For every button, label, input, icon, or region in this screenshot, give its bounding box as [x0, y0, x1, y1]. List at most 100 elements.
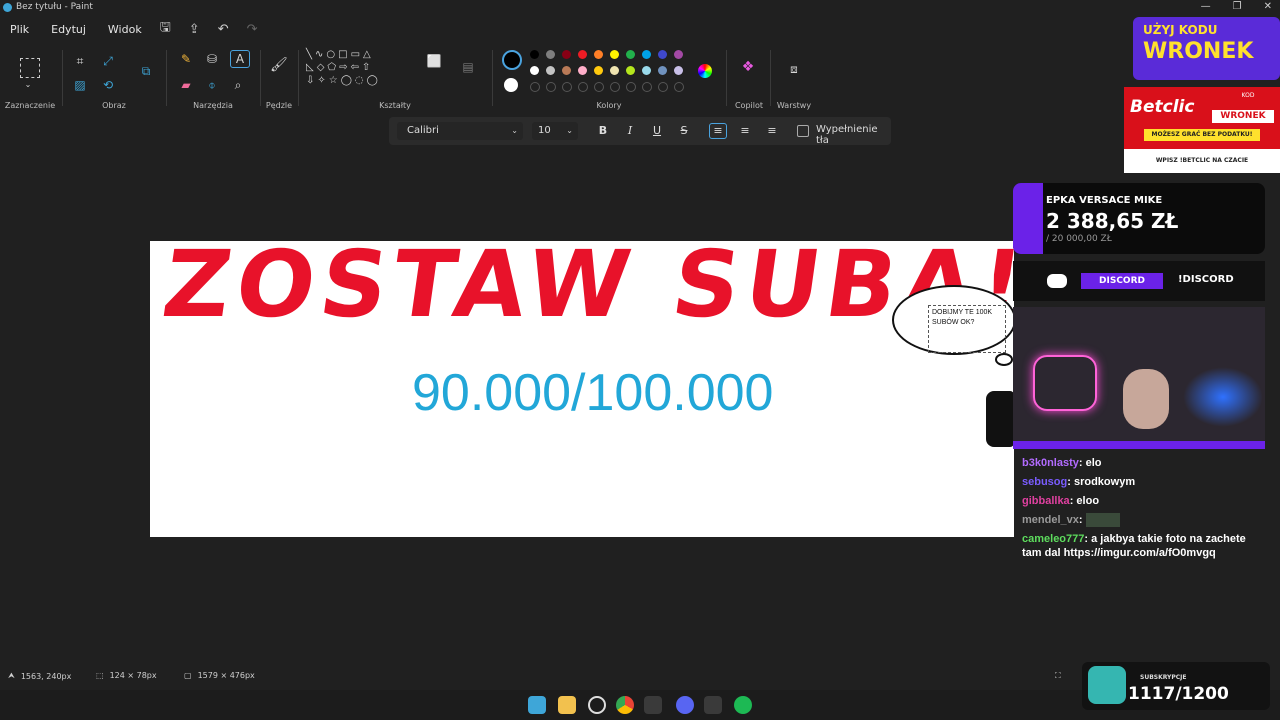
secondary-color-swatch[interactable] [504, 78, 518, 92]
color-swatch[interactable] [578, 66, 587, 75]
color-swatch[interactable] [530, 66, 539, 75]
color-swatch[interactable] [546, 82, 556, 92]
fill-icon[interactable]: ▤ [460, 60, 476, 74]
color-swatch[interactable] [642, 66, 651, 75]
maximize-button[interactable]: ❐ [1233, 1, 1242, 12]
share-icon[interactable]: ⇪ [189, 22, 200, 37]
subs-label: SUBSKRYPCJE [1140, 674, 1187, 681]
color-swatch[interactable] [546, 66, 555, 75]
steam-icon[interactable] [644, 696, 662, 714]
color-swatch[interactable] [578, 82, 588, 92]
color-swatch[interactable] [626, 82, 636, 92]
fill-bucket-icon[interactable]: ⛁ [204, 52, 220, 66]
goal-amount: 2 388,65 ZŁ [1046, 209, 1179, 233]
bubble-textbox[interactable]: DOBIJMY TE 100K SUBÓW OK? [928, 305, 1006, 353]
pencil-icon[interactable]: ✎ [178, 52, 194, 66]
color-swatch[interactable] [658, 66, 667, 75]
color-swatch[interactable] [594, 82, 604, 92]
start-icon[interactable] [528, 696, 546, 714]
color-swatch[interactable] [610, 66, 619, 75]
copilot-icon[interactable]: ❖ [740, 60, 756, 74]
rotate-icon[interactable]: ⟲ [100, 78, 116, 92]
chat-message: b3k0nlasty: elo [1022, 457, 1102, 469]
app-icon[interactable] [588, 696, 606, 714]
brush-icon[interactable]: 🖌 [270, 58, 288, 72]
discord-icon[interactable] [676, 696, 694, 714]
undo-icon[interactable]: ↶ [218, 22, 229, 37]
image-select-icon[interactable]: ⧉ [138, 64, 154, 78]
color-swatch[interactable] [626, 50, 635, 59]
layers-icon[interactable]: ⧈ [786, 62, 802, 76]
promo-line-2: WRONEK [1143, 39, 1254, 64]
color-swatch[interactable] [578, 50, 587, 59]
color-swatch[interactable] [674, 82, 684, 92]
webcam-feed [1013, 307, 1265, 449]
color-swatch[interactable] [674, 50, 683, 59]
menu-file[interactable]: Plik [10, 23, 29, 36]
color-swatch[interactable] [610, 50, 619, 59]
edit-colors-icon[interactable] [698, 64, 712, 78]
primary-color-swatch[interactable] [502, 50, 522, 70]
bold-icon[interactable]: B [594, 123, 612, 139]
drawing-canvas[interactable]: ZOSTAW SUBA! 90.000/100.000 DOBIJMY TE 1… [150, 241, 1014, 537]
selection-size: 124 × 78px [109, 671, 157, 680]
file-explorer-icon[interactable] [558, 696, 576, 714]
chat-user: mendel_vx [1022, 514, 1079, 526]
align-right-icon[interactable]: ≡ [763, 123, 781, 139]
cursor-position: 1563, 240px [20, 671, 72, 681]
group-selection: ⌄ Zaznaczenie [0, 44, 60, 112]
select-rectangle-icon[interactable] [20, 58, 40, 78]
resize-icon[interactable]: ⤢ [100, 54, 116, 68]
color-swatch[interactable] [642, 50, 651, 59]
color-swatch[interactable] [530, 82, 540, 92]
remove-background-icon[interactable]: ▨ [72, 78, 88, 92]
color-swatch[interactable] [658, 82, 668, 92]
shapes-gallery-icon[interactable]: ╲∿○□▭△ ◺◇⬠⇨⇦⇧ ⇩✧☆◯◌◯ [306, 48, 416, 96]
fit-to-window-icon[interactable]: ⛶ [1055, 671, 1061, 681]
underline-icon[interactable]: U [648, 123, 666, 139]
magnifier-icon[interactable]: ⌕ [230, 78, 246, 92]
chat-message: mendel_vx: [1022, 513, 1262, 528]
menu-view[interactable]: Widok [108, 23, 142, 36]
color-swatch[interactable] [658, 50, 667, 59]
font-size-value: 10 [538, 125, 551, 136]
canvas-counter-text: 90.000/100.000 [412, 364, 774, 422]
color-picker-icon[interactable]: ⌽ [204, 78, 220, 92]
paint-taskbar-icon[interactable] [704, 696, 722, 714]
chevron-down-icon[interactable]: ⌄ [20, 78, 36, 92]
color-swatch[interactable] [674, 66, 683, 75]
eraser-icon[interactable]: ▰ [178, 78, 194, 92]
color-swatch[interactable] [562, 50, 571, 59]
italic-icon[interactable]: I [621, 123, 639, 139]
donation-goal-widget: EPKA VERSACE MIKE 2 388,65 ZŁ / 20 000,0… [1013, 183, 1265, 254]
group-brushes: 🖌 Pędzle [262, 44, 296, 112]
divider [770, 50, 771, 106]
color-swatch[interactable] [546, 50, 555, 59]
minimize-button[interactable]: — [1201, 1, 1211, 12]
align-center-icon[interactable]: ≡ [736, 123, 754, 139]
text-tool-icon[interactable]: A [230, 50, 250, 68]
outline-icon[interactable]: ⬜ [426, 54, 442, 68]
color-swatch[interactable] [530, 50, 539, 59]
menu-edit[interactable]: Edytuj [51, 23, 86, 36]
close-button[interactable]: ✕ [1264, 1, 1272, 12]
color-swatch[interactable] [562, 82, 572, 92]
color-swatch[interactable] [562, 66, 571, 75]
crop-icon[interactable]: ⌗ [72, 54, 88, 68]
strikethrough-icon[interactable]: S [675, 123, 693, 139]
subs-mascot-icon [1088, 666, 1126, 704]
font-size-select[interactable]: 10 ⌄ [532, 122, 578, 140]
spotify-icon[interactable] [734, 696, 752, 714]
align-left-icon[interactable]: ≡ [709, 123, 727, 139]
color-swatch[interactable] [610, 82, 620, 92]
color-swatch[interactable] [594, 66, 603, 75]
font-family-select[interactable]: Calibri ⌄ [397, 122, 523, 140]
fill-background-checkbox[interactable] [797, 125, 809, 137]
color-swatch[interactable] [626, 66, 635, 75]
chrome-icon[interactable] [616, 696, 634, 714]
color-swatch[interactable] [594, 50, 603, 59]
redo-icon[interactable]: ↷ [247, 22, 258, 37]
group-label: Zaznaczenie [4, 101, 56, 110]
color-swatch[interactable] [642, 82, 652, 92]
save-icon[interactable]: 🖫 [160, 18, 171, 40]
